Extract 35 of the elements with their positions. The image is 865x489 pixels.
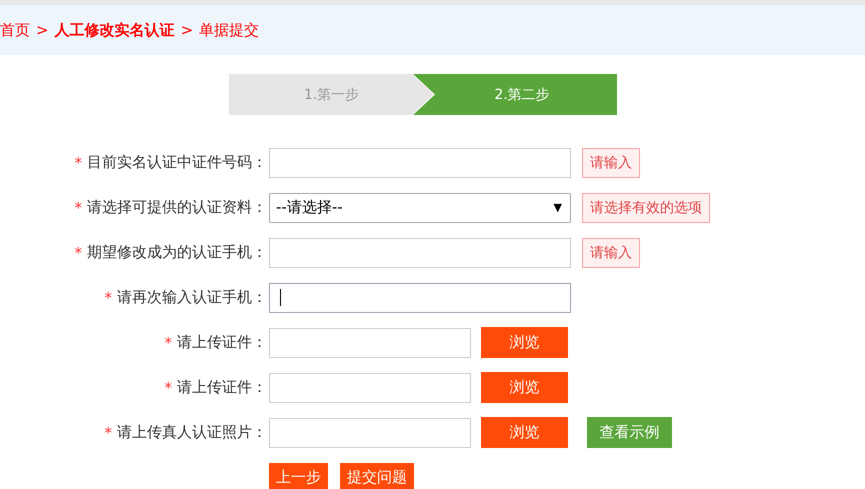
field-label: 请上传证件：: [177, 333, 267, 352]
validation-hint: 请输入: [582, 148, 640, 178]
browse-button[interactable]: 浏览: [481, 327, 568, 358]
required-mark: *: [74, 154, 82, 172]
field-label: 目前实名认证中证件号码：: [87, 153, 267, 172]
input-field[interactable]: [269, 282, 571, 312]
input-field[interactable]: [269, 148, 571, 178]
field-label: 请上传真人认证照片：: [117, 423, 267, 442]
required-mark: *: [164, 334, 172, 352]
view-example-button[interactable]: 查看示例: [587, 417, 672, 448]
required-mark: *: [104, 288, 112, 306]
breadcrumb-separator: >: [180, 21, 194, 39]
field-label: 请上传证件：: [177, 378, 267, 397]
browse-button[interactable]: 浏览: [481, 372, 568, 403]
field-label: 请再次输入认证手机：: [117, 288, 267, 307]
file-path-field[interactable]: [269, 372, 471, 402]
breadcrumb-link[interactable]: 首页: [0, 20, 30, 40]
breadcrumb-link[interactable]: 人工修改实名认证: [54, 20, 175, 40]
submit-button[interactable]: 提交问题: [340, 462, 414, 489]
browse-button[interactable]: 浏览: [481, 417, 568, 448]
file-path-field[interactable]: [269, 328, 471, 358]
required-mark: *: [74, 244, 82, 262]
validation-hint: 请选择有效的选项: [582, 192, 710, 222]
dropdown[interactable]: --请选择-- ▼: [269, 192, 571, 222]
required-mark: *: [74, 198, 82, 216]
required-mark: *: [164, 378, 172, 396]
breadcrumb-separator: >: [36, 21, 49, 39]
required-mark: *: [104, 424, 112, 442]
previous-step-button[interactable]: 上一步: [269, 462, 328, 489]
validation-hint: 请输入: [582, 238, 640, 268]
breadcrumb-current: 单据提交: [199, 20, 260, 40]
input-field[interactable]: [269, 238, 571, 268]
field-label: 期望修改成为的认证手机：: [87, 243, 267, 262]
field-label: 请选择可提供的认证资料：: [87, 198, 267, 217]
file-path-field[interactable]: [269, 418, 471, 448]
